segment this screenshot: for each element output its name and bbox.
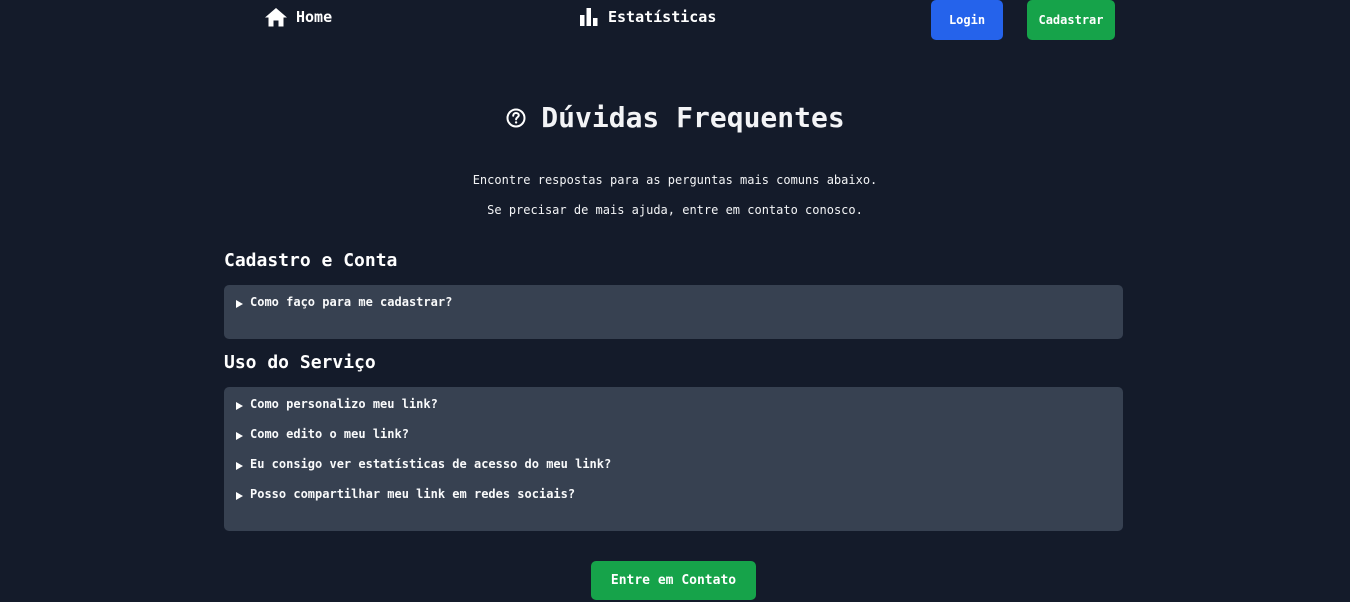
- faq-question[interactable]: Como faço para me cadastrar?: [224, 295, 1123, 327]
- expand-triangle-icon: [236, 402, 243, 410]
- faq-question-text: Posso compartilhar meu link em redes soc…: [250, 487, 576, 501]
- intro-text-line-1: Encontre respostas para as perguntas mai…: [472, 173, 878, 187]
- faq-question[interactable]: Como edito o meu link?: [224, 427, 1123, 459]
- page-title-text: Dúvidas Frequentes: [541, 101, 845, 134]
- expand-triangle-icon: [236, 300, 243, 308]
- signup-button[interactable]: Cadastrar: [1027, 0, 1115, 40]
- nav-stats-label: Estatísticas: [608, 8, 717, 26]
- contact-button[interactable]: Entre em Contato: [591, 561, 756, 600]
- home-icon: [264, 7, 288, 27]
- question-circle-icon: [505, 107, 527, 129]
- section-title-uso-do-servico: Uso do Serviço: [224, 352, 376, 373]
- faq-question-text: Como faço para me cadastrar?: [250, 295, 453, 309]
- expand-triangle-icon: [236, 492, 243, 500]
- bar-chart-icon: [578, 7, 600, 27]
- intro-text-line-2: Se precisar de mais ajuda, entre em cont…: [487, 203, 863, 217]
- faq-question-text: Como personalizo meu link?: [250, 397, 438, 411]
- nav-home-link[interactable]: Home: [264, 6, 332, 28]
- faq-group-cadastro: Como faço para me cadastrar?: [224, 285, 1123, 339]
- page-title: Dúvidas Frequentes: [0, 100, 1350, 136]
- nav-stats-link[interactable]: Estatísticas: [578, 6, 716, 28]
- top-nav: Home Estatísticas Login Cadastrar: [0, 0, 1350, 40]
- expand-triangle-icon: [236, 432, 243, 440]
- faq-question-text: Como edito o meu link?: [250, 427, 409, 441]
- faq-question-text: Eu consigo ver estatísticas de acesso do…: [250, 457, 612, 471]
- nav-home-label: Home: [296, 8, 333, 26]
- faq-group-uso-do-servico: Como personalizo meu link? Como edito o …: [224, 387, 1123, 531]
- login-button[interactable]: Login: [931, 0, 1003, 40]
- section-title-cadastro: Cadastro e Conta: [224, 250, 398, 271]
- expand-triangle-icon: [236, 462, 243, 470]
- faq-question[interactable]: Posso compartilhar meu link em redes soc…: [224, 487, 1123, 519]
- faq-question[interactable]: Eu consigo ver estatísticas de acesso do…: [224, 457, 1123, 489]
- faq-question[interactable]: Como personalizo meu link?: [224, 397, 1123, 429]
